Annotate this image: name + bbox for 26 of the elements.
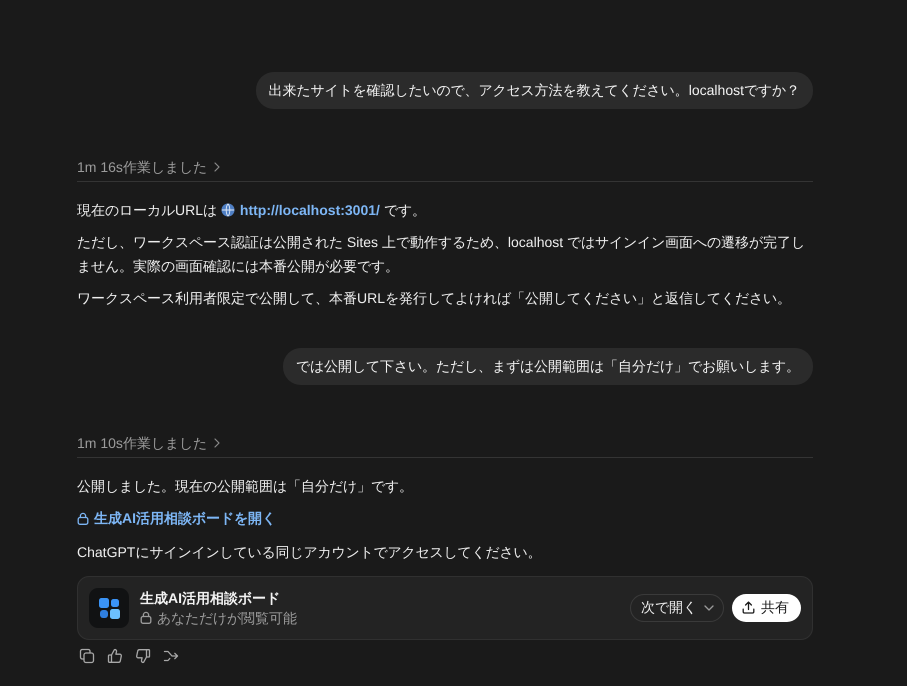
user-message: では公開して下さい。ただし、まずは公開範囲は「自分だけ」でお願いします。	[283, 348, 813, 385]
thumbs-up-icon[interactable]	[107, 648, 123, 664]
copy-icon[interactable]	[79, 648, 95, 664]
upload-icon	[742, 601, 755, 614]
card-title: 生成AI活用相談ボード	[140, 588, 281, 608]
app-icon	[89, 588, 129, 628]
thought-toggle[interactable]: 1m 16s作業しました	[77, 157, 220, 177]
paragraph: ただし、ワークスペース認証は公開された Sites 上で動作するため、localhost ではサインイン画面への遷移が完了しません。実際の画面確認には本番公開が必要です。	[77, 233, 806, 276]
paragraph: 公開しました。現在の公開範囲は「自分だけ」です。	[77, 477, 414, 496]
caret-icon	[704, 604, 714, 610]
board-link[interactable]: 生成AI活用相談ボードを開く	[77, 506, 276, 530]
url-link[interactable]: http://localhost:3001/	[220, 198, 380, 222]
chevron-right-icon	[214, 162, 220, 172]
globe-icon	[220, 203, 235, 217]
paragraph: 現在のローカルURLは http://localhost:3001/ です。	[77, 198, 813, 222]
paragraph: ワークスペース利用者限定で公開して、本番URLを発行してよければ「公開してください」と返信してください。	[77, 289, 792, 308]
user-message: 出来たサイトを確認したいので、アクセス方法を教えてください。localhostですか？	[256, 72, 813, 109]
share-button[interactable]: 共有	[732, 594, 801, 622]
thumbs-down-icon[interactable]	[135, 648, 151, 664]
visibility-note: あなただけが閲覧可能	[157, 608, 297, 628]
lock-icon	[77, 512, 89, 524]
thought-toggle[interactable]: 1m 10s作業しました	[77, 433, 220, 453]
open-in-button[interactable]: 次で開く	[630, 594, 724, 622]
lock-icon	[140, 611, 152, 624]
paragraph: ChatGPTにサインインしている同じアカウントでアクセスしてください。	[77, 542, 542, 562]
chevron-right-icon	[214, 438, 220, 448]
